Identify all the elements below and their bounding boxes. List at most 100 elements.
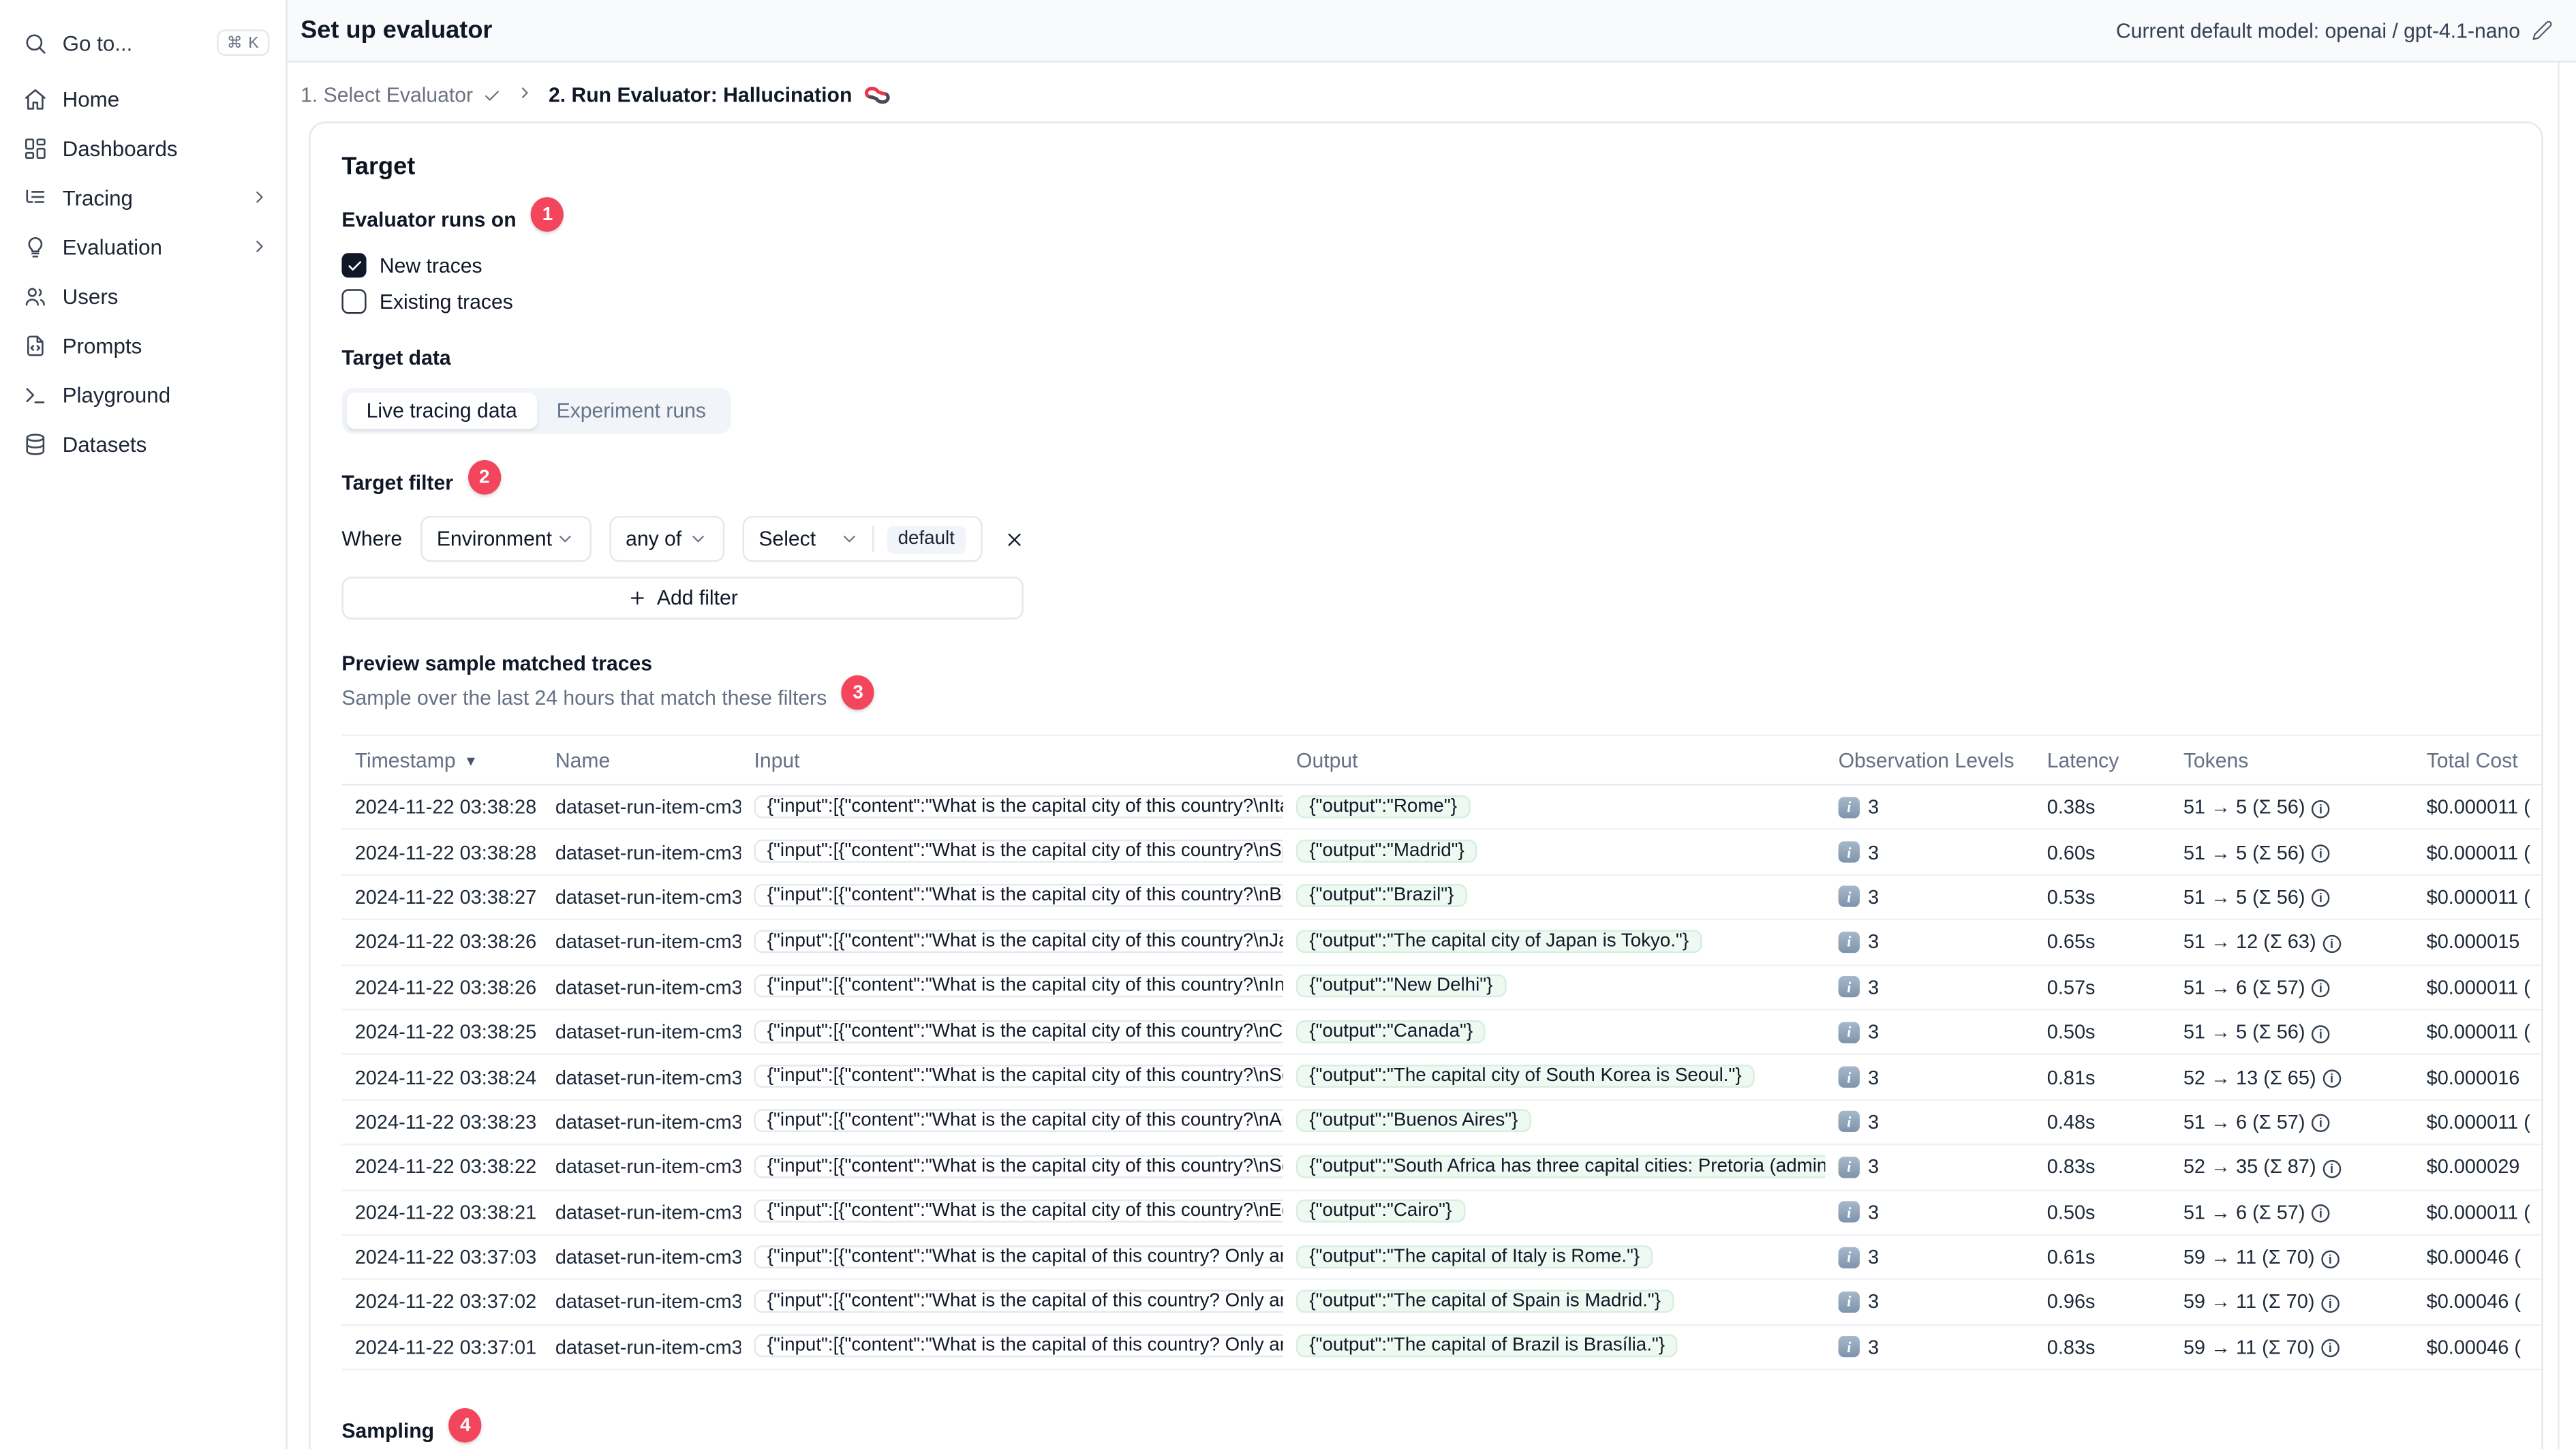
table-row[interactable]: 2024-11-22 03:38:23 dataset-run-item-cm3…: [341, 1101, 2542, 1146]
info-circle-icon: i: [2322, 1159, 2341, 1178]
cell-input[interactable]: {"input":[{"content":"What is the capita…: [754, 1065, 1283, 1088]
col-header-input[interactable]: Input: [741, 748, 1283, 772]
sidebar-item-dashboards[interactable]: Dashboards: [0, 123, 286, 172]
cell-input[interactable]: {"input":[{"content":"What is the capita…: [754, 975, 1283, 998]
cell-output[interactable]: {"output":"The capital city of Japan is …: [1296, 930, 1702, 953]
cell-total-cost: $0.000011 (: [2426, 1200, 2530, 1224]
sidebar-item-tracing[interactable]: Tracing: [0, 172, 286, 222]
col-header-timestamp[interactable]: Timestamp ▼: [341, 748, 542, 772]
sidebar-item-datasets[interactable]: Datasets: [0, 419, 286, 468]
col-header-output[interactable]: Output: [1283, 748, 1826, 772]
edit-pencil-icon[interactable]: [2532, 20, 2553, 41]
filter-operator-select[interactable]: any of: [609, 515, 724, 562]
cell-observation-levels: i 3: [1825, 885, 2034, 909]
cell-input[interactable]: {"input":[{"content":"What is the capita…: [754, 1334, 1283, 1358]
token-counts: 59 → 11 (Σ 70): [2183, 1335, 2315, 1359]
sidebar-item-evaluation[interactable]: Evaluation: [0, 222, 286, 271]
cell-output[interactable]: {"output":"The capital of Italy is Rome.…: [1296, 1245, 1653, 1268]
add-filter-button[interactable]: Add filter: [341, 577, 1024, 620]
table-row[interactable]: 2024-11-22 03:38:22 dataset-run-item-cm3…: [341, 1146, 2542, 1191]
cell-input[interactable]: {"input":[{"content":"What is the capita…: [754, 1155, 1283, 1178]
col-header-tokens[interactable]: Tokens: [2171, 748, 2414, 772]
chevron-right-icon: [256, 192, 263, 203]
cell-output[interactable]: {"output":"The capital of Brazil is Bras…: [1296, 1334, 1678, 1358]
breadcrumb-step-1[interactable]: 1. Select Evaluator: [301, 84, 501, 107]
cell-name: dataset-run-item-cm3s4: [555, 1020, 741, 1044]
cell-tokens: 59 → 11 (Σ 70) i: [2171, 1246, 2414, 1268]
sidebar-item-users[interactable]: Users: [0, 271, 286, 320]
tab-experiment-runs[interactable]: Experiment runs: [537, 393, 726, 429]
chevron-down-icon: [559, 536, 571, 543]
checkbox-checked[interactable]: [341, 253, 367, 278]
target-data-label: Target data: [341, 346, 451, 370]
cell-input[interactable]: {"input":[{"content":"What is the capita…: [754, 930, 1283, 953]
cell-output[interactable]: {"output":"Buenos Aires"}: [1296, 1110, 1531, 1133]
filter-column-select[interactable]: Environment: [420, 515, 592, 562]
ragas-logo-icon: [864, 87, 889, 104]
table-row[interactable]: 2024-11-22 03:38:27 dataset-run-item-cm3…: [341, 875, 2542, 921]
cell-observation-levels: i 3: [1825, 1110, 2034, 1133]
col-header-latency[interactable]: Latency: [2034, 748, 2170, 772]
cell-input[interactable]: {"input":[{"content":"What is the capita…: [754, 1245, 1283, 1268]
checkbox-existing-traces[interactable]: Existing traces: [341, 289, 2510, 314]
cell-latency: 0.50s: [2046, 1020, 2096, 1044]
cell-input[interactable]: {"input":[{"content":"What is the capita…: [754, 795, 1283, 818]
info-circle-icon: i: [2312, 889, 2330, 908]
sidebar-item-playground[interactable]: Playground: [0, 369, 286, 418]
cell-name: dataset-run-item-cm3s4: [555, 930, 741, 954]
tab-live-tracing-data[interactable]: Live tracing data: [346, 393, 537, 429]
cell-input[interactable]: {"input":[{"content":"What is the capita…: [754, 1200, 1283, 1223]
table-row[interactable]: 2024-11-22 03:38:25 dataset-run-item-cm3…: [341, 1010, 2542, 1056]
remove-filter-button[interactable]: [1004, 528, 1025, 549]
cell-output[interactable]: {"output":"New Delhi"}: [1296, 975, 1506, 998]
token-counts: 52 → 35 (Σ 87): [2183, 1155, 2316, 1179]
col-header-total-cost[interactable]: Total Cost: [2413, 748, 2541, 772]
checkbox-unchecked[interactable]: [341, 289, 367, 314]
table-row[interactable]: 2024-11-22 03:37:01 dataset-run-item-cm3…: [341, 1326, 2542, 1371]
cell-output[interactable]: {"output":"Rome"}: [1296, 795, 1471, 818]
cell-output[interactable]: {"output":"The capital city of South Kor…: [1296, 1065, 1755, 1088]
cell-output[interactable]: {"output":"Madrid"}: [1296, 840, 1478, 863]
step-badge-2: 2: [467, 459, 501, 495]
table-row[interactable]: 2024-11-22 03:38:26 dataset-run-item-cm3…: [341, 965, 2542, 1011]
cell-total-cost: $0.000011 (: [2426, 885, 2530, 909]
cell-total-cost: $0.000011 (: [2426, 1020, 2530, 1044]
cell-output[interactable]: {"output":"Brazil"}: [1296, 885, 1467, 908]
cell-timestamp: 2024-11-22 03:38:28: [354, 795, 537, 819]
cell-input[interactable]: {"input":[{"content":"What is the capita…: [754, 840, 1283, 863]
cell-output[interactable]: {"output":"South Africa has three capita…: [1296, 1155, 1826, 1178]
table-row[interactable]: 2024-11-22 03:37:02 dataset-run-item-cm3…: [341, 1281, 2542, 1326]
table-row[interactable]: 2024-11-22 03:38:26 dataset-run-item-cm3…: [341, 920, 2542, 966]
check-icon: [485, 90, 499, 100]
cell-timestamp: 2024-11-22 03:38:27: [354, 885, 537, 909]
cell-output[interactable]: {"output":"Cairo"}: [1296, 1200, 1465, 1223]
cell-name: dataset-run-item-cm3s4: [555, 795, 741, 819]
cell-input[interactable]: {"input":[{"content":"What is the capita…: [754, 1020, 1283, 1043]
close-icon: [1008, 532, 1021, 545]
cell-name: dataset-run-item-cm3s4: [555, 840, 741, 864]
cell-output[interactable]: {"output":"Canada"}: [1296, 1020, 1486, 1043]
table-row[interactable]: 2024-11-22 03:38:24 dataset-run-item-cm3…: [341, 1056, 2542, 1101]
table-row[interactable]: 2024-11-22 03:38:28 dataset-run-item-cm3…: [341, 830, 2542, 876]
table-row[interactable]: 2024-11-22 03:38:21 dataset-run-item-cm3…: [341, 1191, 2542, 1236]
cell-tokens: 51 → 6 (Σ 57) i: [2171, 1110, 2414, 1133]
cell-input[interactable]: {"input":[{"content":"What is the capita…: [754, 885, 1283, 908]
step-badge-3: 3: [842, 675, 875, 710]
observation-level-count: 3: [1867, 795, 1880, 819]
sidebar-item-prompts[interactable]: Prompts: [0, 320, 286, 369]
cell-total-cost: $0.000016: [2426, 1065, 2520, 1089]
cell-input[interactable]: {"input":[{"content":"What is the capita…: [754, 1110, 1283, 1133]
filter-value-select[interactable]: Select default: [742, 515, 983, 562]
cell-output[interactable]: {"output":"The capital of Spain is Madri…: [1296, 1290, 1674, 1313]
observation-level-count: 3: [1867, 1290, 1880, 1314]
table-row[interactable]: 2024-11-22 03:38:28 dataset-run-item-cm3…: [341, 785, 2542, 831]
cell-input[interactable]: {"input":[{"content":"What is the capita…: [754, 1290, 1283, 1313]
col-header-observation-levels[interactable]: Observation Levels: [1825, 748, 2034, 772]
checkbox-new-traces[interactable]: New traces: [341, 253, 2510, 278]
table-row[interactable]: 2024-11-22 03:37:03 dataset-run-item-cm3…: [341, 1236, 2542, 1281]
filter-operator-value: any of: [626, 527, 682, 551]
col-header-name[interactable]: Name: [542, 748, 741, 772]
cell-tokens: 51 → 6 (Σ 57) i: [2171, 975, 2414, 998]
sidebar-item-home[interactable]: Home: [0, 74, 286, 123]
goto-search[interactable]: Go to... ⌘ K: [0, 18, 286, 67]
